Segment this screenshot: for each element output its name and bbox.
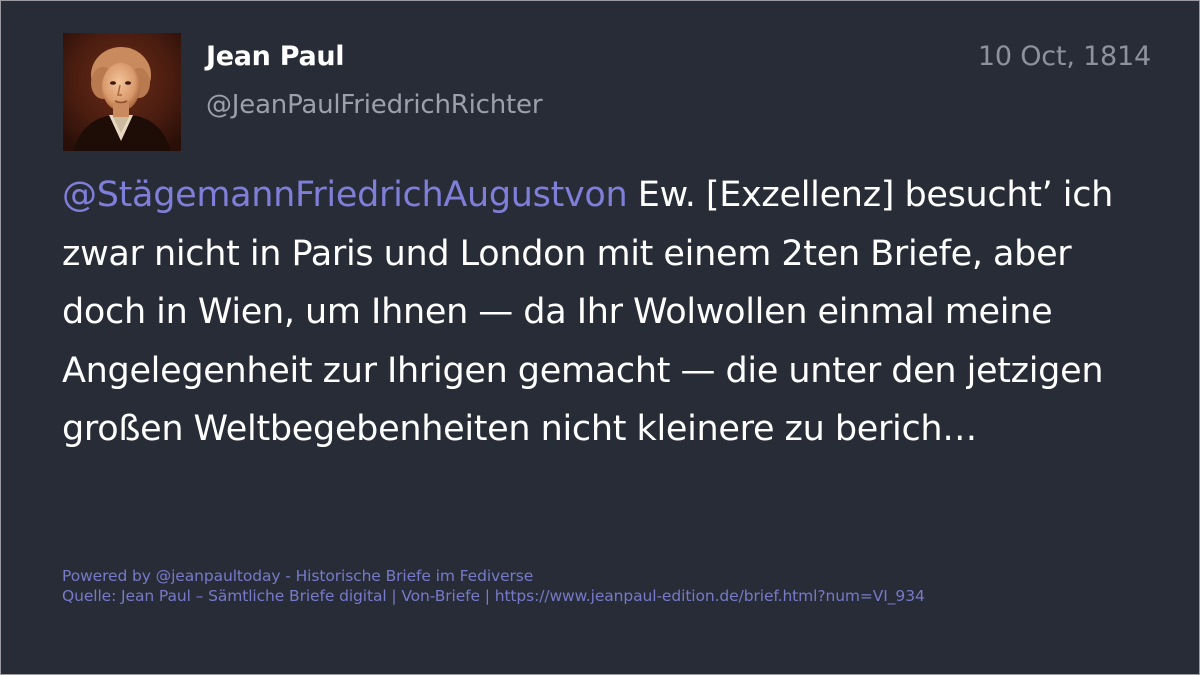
author-handle[interactable]: @JeanPaulFriedrichRichter [206, 90, 543, 120]
author-display-name[interactable]: Jean Paul [206, 41, 345, 72]
post-body-text: Ew. [Exzellenz] besucht’ ich zwar nicht … [62, 175, 1114, 450]
post-date: 10 Oct, 1814 [977, 41, 1151, 72]
mention-link[interactable]: @StägemannFriedrichAugustvon [62, 175, 628, 215]
footer: Powered by @jeanpaultoday - Historische … [62, 566, 925, 606]
source-text[interactable]: Quelle: Jean Paul – Sämtliche Briefe dig… [62, 586, 925, 606]
status-card: Jean Paul @JeanPaulFriedrichRichter 10 O… [0, 0, 1200, 675]
post-content: @StägemannFriedrichAugustvon Ew. [Exzell… [62, 166, 1122, 459]
author-avatar[interactable] [63, 33, 181, 151]
portrait-icon [63, 33, 181, 151]
powered-by-text[interactable]: Powered by @jeanpaultoday - Historische … [62, 566, 925, 586]
